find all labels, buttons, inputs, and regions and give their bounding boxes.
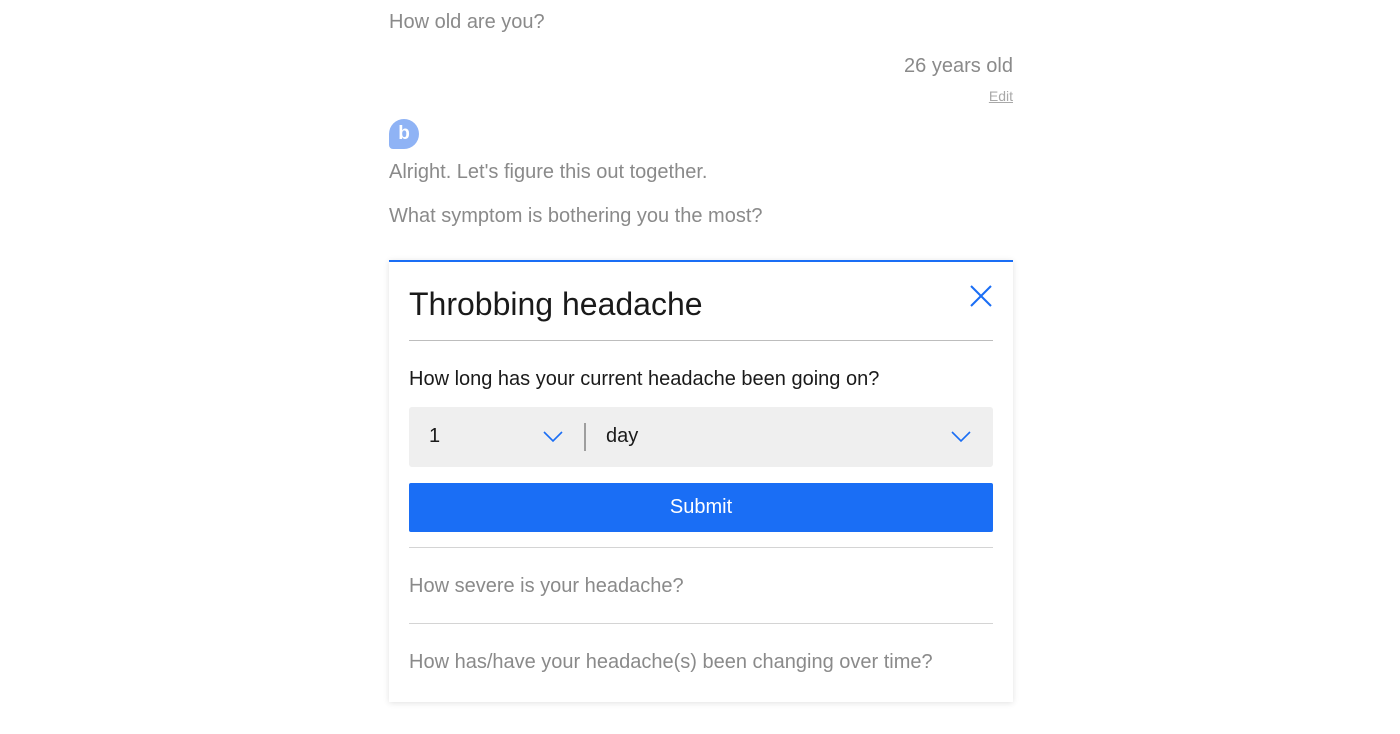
duration-unit-value: day — [606, 425, 639, 447]
submit-button[interactable]: Submit — [409, 483, 993, 532]
next-question-change-over-time[interactable]: How has/have your headache(s) been chang… — [409, 651, 933, 674]
duration-number-select[interactable]: 1 — [409, 407, 585, 467]
question-divider — [409, 547, 993, 548]
chat-page: How old are you? 26 years old Edit b Alr… — [0, 0, 1400, 734]
close-icon[interactable] — [969, 284, 993, 308]
title-divider — [409, 340, 993, 341]
user-answer-age: 26 years old — [904, 55, 1013, 77]
symptom-card: Throbbing headache How long has your cur… — [389, 260, 1013, 702]
chevron-down-icon — [543, 431, 563, 443]
bot-message-intro: Alright. Let's figure this out together. — [389, 161, 708, 183]
next-question-severity[interactable]: How severe is your headache? — [409, 575, 684, 598]
question-divider — [409, 623, 993, 624]
duration-number-value: 1 — [429, 425, 441, 447]
duration-unit-select[interactable]: day — [585, 407, 993, 467]
bot-message-age-question: How old are you? — [389, 11, 545, 33]
duration-question: How long has your current headache been … — [409, 368, 880, 390]
bot-message-symptom-question: What symptom is bothering you the most? — [389, 205, 763, 227]
duration-select-row: 1 day — [409, 407, 993, 467]
chevron-down-icon — [951, 431, 971, 443]
edit-answer-link[interactable]: Edit — [989, 88, 1013, 104]
bot-avatar: b — [389, 119, 419, 149]
symptom-title: Throbbing headache — [409, 286, 703, 322]
